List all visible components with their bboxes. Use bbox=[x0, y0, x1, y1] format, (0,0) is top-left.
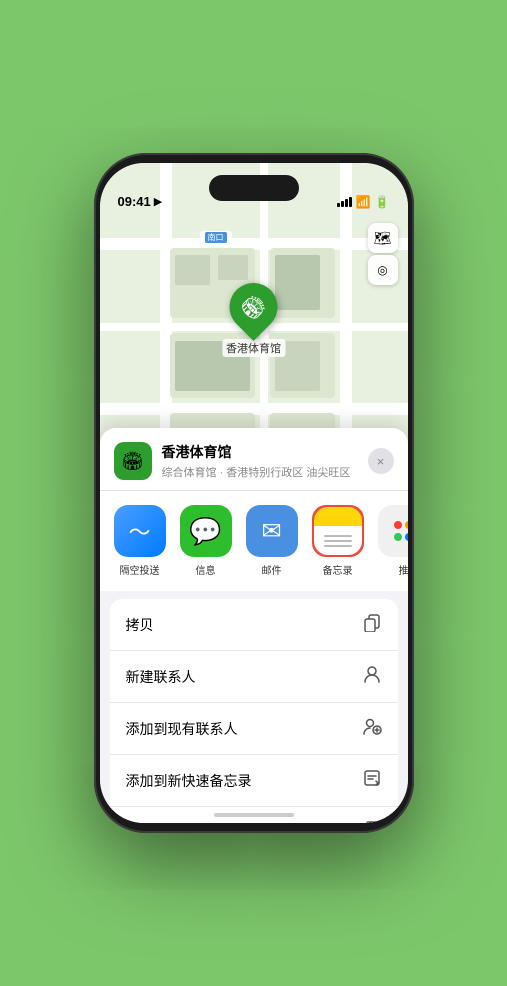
airdrop-label: 隔空投送 bbox=[120, 562, 160, 577]
signal-bars bbox=[337, 197, 352, 207]
messages-label: 信息 bbox=[196, 562, 216, 577]
action-copy[interactable]: 拷贝 bbox=[110, 599, 398, 651]
wifi-icon: 📶 bbox=[356, 195, 371, 209]
add-note-icon bbox=[362, 768, 382, 793]
status-time: 09:41 bbox=[118, 194, 151, 209]
location-header: 🏟 香港体育馆 综合体育馆 · 香港特别行政区 油尖旺区 × bbox=[100, 428, 408, 491]
street-code: 南口 bbox=[205, 232, 227, 243]
location-arrow-icon: ◎ bbox=[377, 263, 387, 277]
notes-label: 备忘录 bbox=[323, 562, 353, 577]
more-label: 推 bbox=[399, 562, 408, 577]
dynamic-island bbox=[209, 175, 299, 201]
add-existing-label: 添加到现有联系人 bbox=[126, 719, 238, 739]
share-item-mail[interactable]: ✉ 邮件 bbox=[242, 505, 302, 577]
status-icons: 📶 🔋 bbox=[337, 195, 390, 209]
add-note-label: 添加到新快速备忘录 bbox=[126, 771, 252, 791]
pin-inner: 🏟 bbox=[235, 288, 273, 326]
map-pin: 🏟 香港体育馆 bbox=[222, 283, 285, 357]
mail-label: 邮件 bbox=[262, 562, 282, 577]
location-icon: ▶ bbox=[154, 195, 162, 208]
share-item-airdrop[interactable]: 〜 隔空投送 bbox=[110, 505, 170, 577]
more-icon bbox=[378, 505, 408, 557]
close-button[interactable]: × bbox=[368, 448, 394, 474]
share-item-messages[interactable]: 💬 信息 bbox=[176, 505, 236, 577]
layers-icon: 🗺 bbox=[374, 230, 392, 247]
location-logo: 🏟 bbox=[114, 442, 152, 480]
map-layers-button[interactable]: 🗺 bbox=[368, 223, 398, 253]
print-icon bbox=[362, 820, 382, 823]
share-item-notes[interactable]: 备忘录 bbox=[308, 505, 368, 577]
venue-icon: 🏟 bbox=[121, 451, 144, 472]
mail-icon: ✉ bbox=[246, 505, 298, 557]
location-description: 综合体育馆 · 香港特别行政区 油尖旺区 bbox=[162, 464, 358, 480]
action-add-existing[interactable]: 添加到现有联系人 bbox=[110, 703, 398, 755]
home-indicator bbox=[214, 813, 294, 817]
phone-screen: 09:41 ▶ 📶 🔋 bbox=[100, 163, 408, 823]
bottom-sheet: 🏟 香港体育馆 综合体育馆 · 香港特别行政区 油尖旺区 × 〜 隔空投送 bbox=[100, 428, 408, 823]
pin-stadium-icon: 🏟 bbox=[236, 289, 272, 325]
copy-icon bbox=[362, 612, 382, 637]
messages-icon: 💬 bbox=[180, 505, 232, 557]
add-existing-icon bbox=[362, 716, 382, 741]
new-contact-label: 新建联系人 bbox=[126, 667, 196, 687]
battery-icon: 🔋 bbox=[375, 195, 390, 209]
share-row: 〜 隔空投送 💬 信息 ✉ 邮件 bbox=[100, 491, 408, 591]
notes-icon bbox=[312, 505, 364, 557]
action-add-note[interactable]: 添加到新快速备忘录 bbox=[110, 755, 398, 807]
notes-icon-wrapper bbox=[312, 505, 364, 557]
share-item-more[interactable]: 推 bbox=[374, 505, 408, 577]
pin-label: 香港体育馆 bbox=[222, 339, 285, 357]
map-controls: 🗺 ◎ bbox=[368, 223, 398, 285]
action-list: 拷贝 新建联系人 bbox=[110, 599, 398, 823]
copy-label: 拷贝 bbox=[126, 615, 154, 635]
new-contact-icon bbox=[362, 664, 382, 689]
map-location-button[interactable]: ◎ bbox=[368, 255, 398, 285]
street-label: 南口 bbox=[200, 231, 232, 244]
action-new-contact[interactable]: 新建联系人 bbox=[110, 651, 398, 703]
print-label: 打印 bbox=[126, 823, 154, 824]
pin-circle: 🏟 bbox=[220, 273, 288, 341]
location-info: 香港体育馆 综合体育馆 · 香港特别行政区 油尖旺区 bbox=[162, 442, 358, 480]
phone-frame: 09:41 ▶ 📶 🔋 bbox=[94, 153, 414, 833]
location-name: 香港体育馆 bbox=[162, 442, 358, 462]
airdrop-icon: 〜 bbox=[114, 505, 166, 557]
